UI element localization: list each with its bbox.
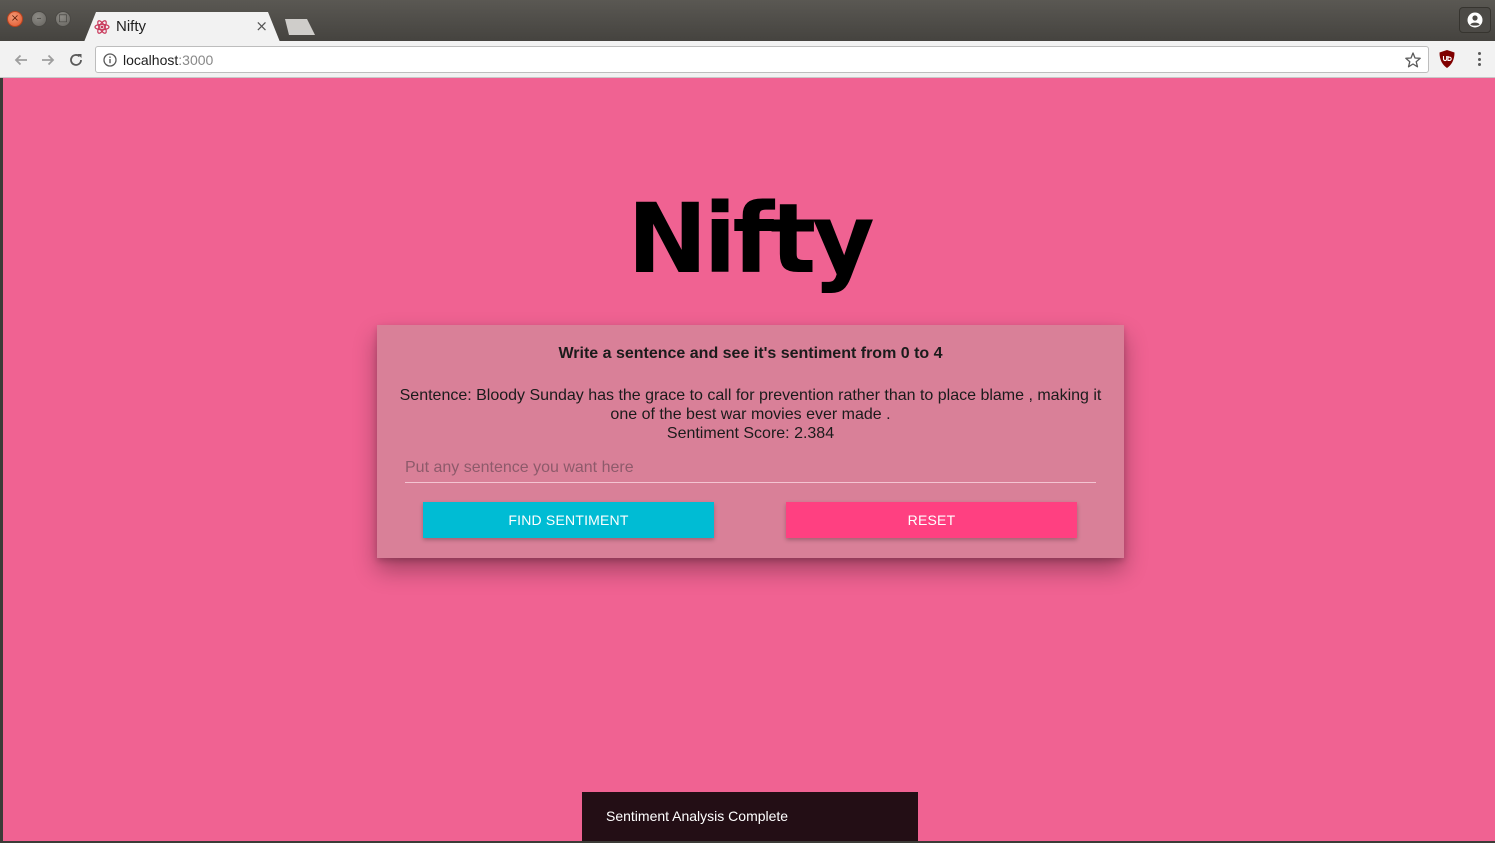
snackbar-message: Sentiment Analysis Complete (606, 808, 789, 824)
info-icon[interactable] (103, 53, 117, 67)
back-button[interactable] (10, 49, 32, 71)
browser-menu-icon[interactable] (1471, 50, 1487, 68)
sentiment-card: Write a sentence and see it's sentiment … (377, 325, 1124, 558)
sentiment-result: Sentence: Bloody Sunday has the grace to… (399, 386, 1102, 443)
ublock-shield-icon[interactable] (1438, 49, 1456, 69)
url-port: :3000 (178, 52, 214, 68)
profile-button[interactable] (1459, 7, 1491, 33)
browser-toolbar: localhost:3000 (0, 41, 1495, 78)
app-title: Nifty (627, 183, 874, 295)
sentence-input[interactable] (405, 453, 1096, 483)
browser-tab-active[interactable]: Nifty × (84, 12, 280, 42)
card-heading: Write a sentence and see it's sentiment … (558, 345, 943, 362)
snackbar: Sentiment Analysis Complete (582, 792, 918, 841)
tab-close-icon[interactable]: × (255, 17, 268, 35)
react-logo-icon (94, 19, 110, 35)
browser-titlebar: × – □ Nifty × (0, 0, 1495, 41)
arrow-left-icon (14, 54, 27, 66)
window-close-button[interactable]: × (7, 11, 23, 27)
person-icon (1467, 12, 1483, 28)
url-host: localhost (123, 52, 179, 68)
tab-title: Nifty (116, 18, 146, 35)
new-tab-button[interactable] (281, 19, 315, 35)
arrow-right-icon (42, 54, 55, 66)
bookmark-star-icon[interactable] (1404, 51, 1422, 69)
page-viewport: Nifty Write a sentence and see it's sent… (3, 78, 1495, 841)
url-text: localhost:3000 (123, 52, 213, 68)
window-minimize-button[interactable]: – (31, 11, 47, 27)
reset-button[interactable]: Reset (786, 502, 1077, 538)
find-sentiment-button[interactable]: Find Sentiment (423, 502, 714, 538)
address-bar[interactable]: localhost:3000 (95, 46, 1429, 73)
sentence-text: Sentence: Bloody Sunday has the grace to… (399, 387, 1102, 423)
reload-icon (70, 54, 82, 66)
sentiment-score-text: Sentiment Score: 2.384 (666, 425, 835, 442)
reload-button[interactable] (65, 49, 87, 71)
window-maximize-button[interactable]: □ (55, 11, 71, 27)
forward-button[interactable] (37, 49, 59, 71)
